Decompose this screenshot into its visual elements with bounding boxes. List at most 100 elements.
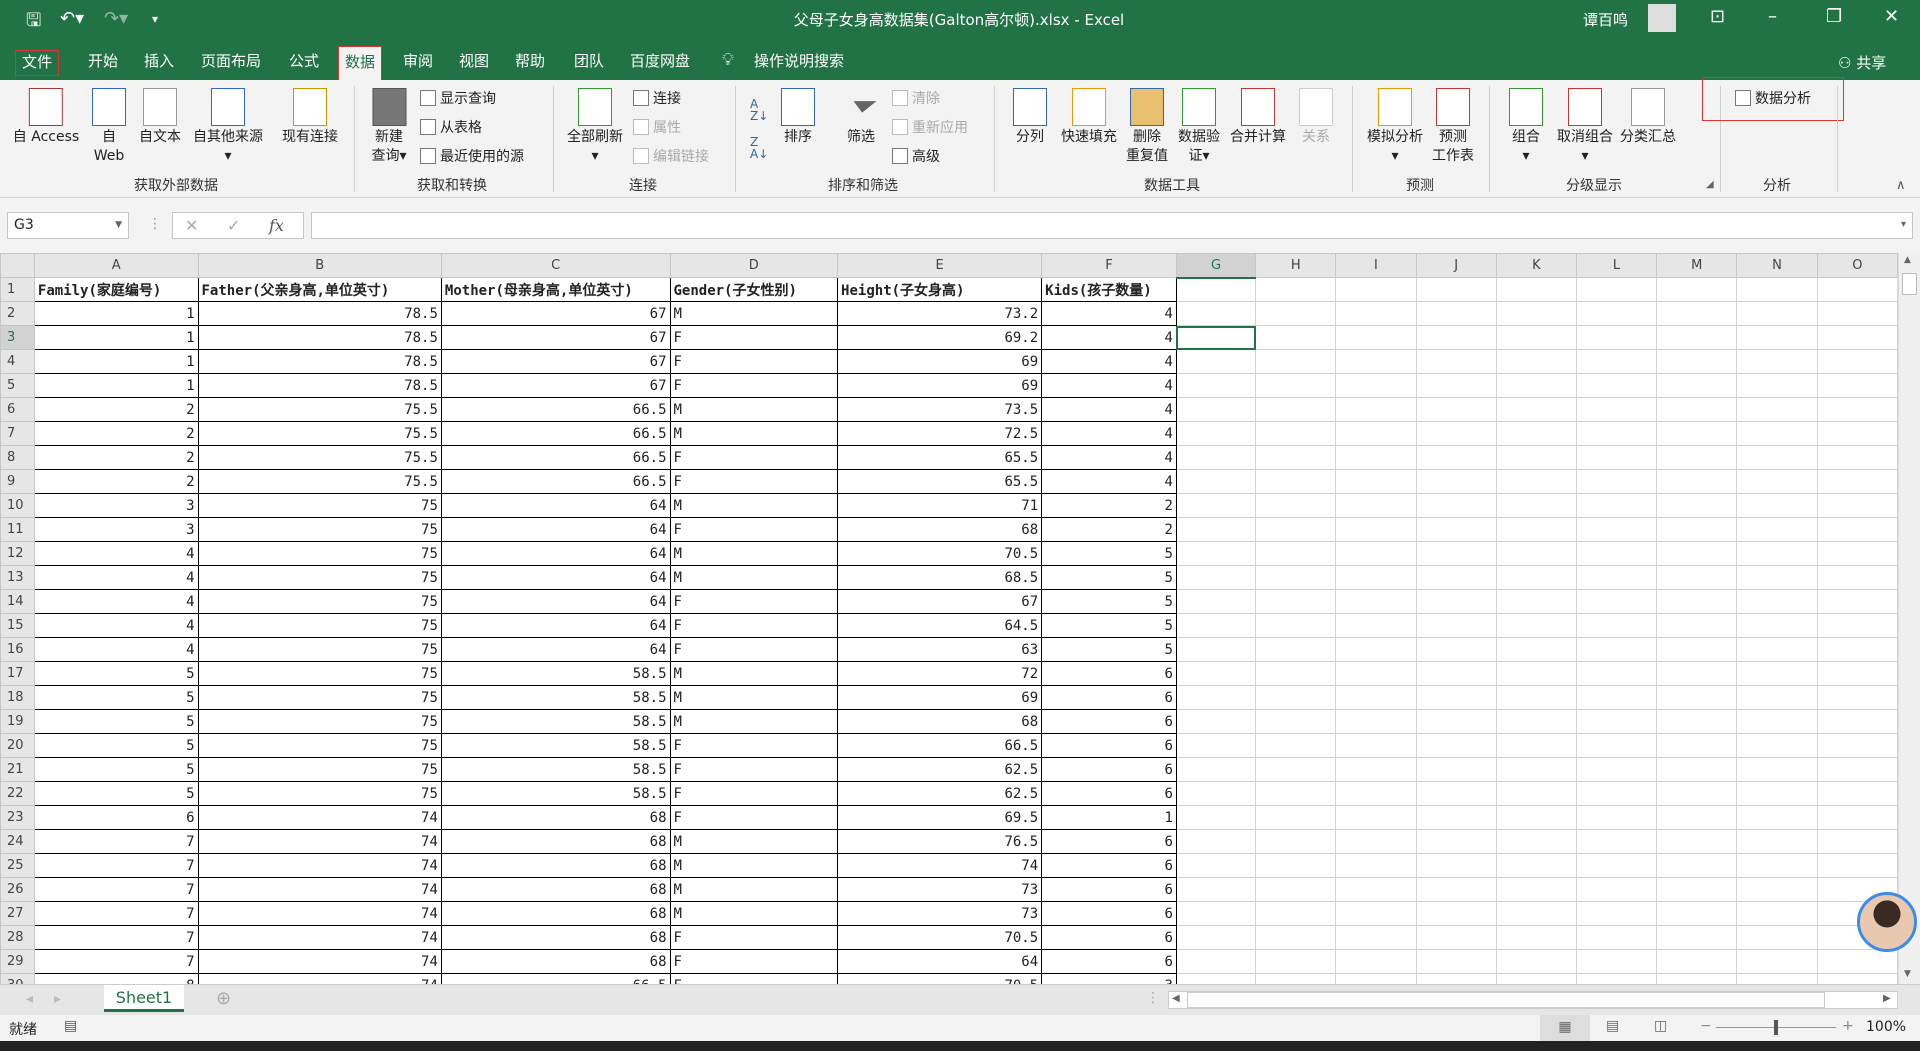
cell[interactable]: 76.5: [837, 829, 1043, 854]
add-sheet-icon[interactable]: ⊕: [216, 988, 231, 1009]
cell[interactable]: [1415, 397, 1497, 422]
cell[interactable]: 6: [33, 805, 199, 830]
undo-icon[interactable]: ↶▾: [60, 8, 84, 29]
cell[interactable]: [1255, 877, 1337, 902]
cell[interactable]: [1575, 469, 1658, 494]
cell[interactable]: 73.5: [837, 397, 1043, 422]
cell[interactable]: 5: [1041, 613, 1177, 638]
cell[interactable]: [1495, 757, 1577, 782]
cell[interactable]: 2: [33, 445, 199, 470]
cell[interactable]: [1415, 589, 1497, 614]
cell[interactable]: [1495, 637, 1577, 662]
cell[interactable]: 75: [197, 637, 442, 662]
from-text-button[interactable]: 自文本: [139, 88, 181, 147]
from-access-button[interactable]: 自 Access: [13, 88, 79, 147]
save-icon[interactable]: 🖫: [26, 8, 41, 38]
flash-fill-button[interactable]: 快速填充: [1061, 88, 1117, 147]
tell-me-search[interactable]: 操作说明搜索: [748, 50, 850, 76]
column-header[interactable]: K: [1495, 253, 1577, 278]
cell[interactable]: [1175, 949, 1257, 974]
cell[interactable]: [1495, 853, 1577, 878]
cell[interactable]: [1736, 925, 1818, 950]
formula-input[interactable]: ▾: [311, 212, 1913, 239]
cell[interactable]: [1255, 685, 1337, 710]
row-header[interactable]: 10: [0, 493, 35, 518]
cell[interactable]: 4: [1041, 445, 1177, 470]
cell[interactable]: 6: [1041, 757, 1177, 782]
cell[interactable]: [1415, 613, 1497, 638]
cell[interactable]: [1736, 565, 1818, 590]
remove-duplicates-button[interactable]: 删除 重复值: [1126, 88, 1168, 166]
cell[interactable]: 70.5: [837, 925, 1043, 950]
next-sheet-icon[interactable]: ▸: [54, 991, 61, 1007]
cell[interactable]: M: [669, 541, 839, 566]
cell[interactable]: [1656, 445, 1738, 470]
cell[interactable]: [1495, 469, 1577, 494]
tab-baidu-netdisk[interactable]: 百度网盘: [624, 50, 696, 76]
cell[interactable]: 1: [33, 373, 199, 398]
cell[interactable]: [1736, 901, 1818, 926]
cell[interactable]: 73: [837, 901, 1043, 926]
cell[interactable]: 5: [33, 781, 199, 806]
cell[interactable]: 68: [440, 901, 671, 926]
cell[interactable]: M: [669, 685, 839, 710]
cell[interactable]: 75: [197, 541, 442, 566]
row-header[interactable]: 20: [0, 733, 35, 758]
clear-filter-button[interactable]: 清除: [892, 88, 940, 108]
cell[interactable]: [1495, 901, 1577, 926]
cell[interactable]: [1736, 685, 1818, 710]
cell[interactable]: [1335, 589, 1417, 614]
cell[interactable]: [1736, 349, 1818, 374]
cell[interactable]: F: [669, 517, 839, 542]
cell[interactable]: [1255, 829, 1337, 854]
cell[interactable]: M: [669, 565, 839, 590]
cell[interactable]: 7: [33, 853, 199, 878]
cell[interactable]: F: [669, 613, 839, 638]
cell[interactable]: [1415, 349, 1497, 374]
cell[interactable]: [1495, 421, 1577, 446]
cell[interactable]: [1175, 277, 1257, 302]
cell[interactable]: [1816, 397, 1898, 422]
cell[interactable]: [1175, 613, 1257, 638]
cell[interactable]: [1736, 445, 1818, 470]
cell[interactable]: 73: [837, 877, 1043, 902]
column-header[interactable]: M: [1656, 253, 1738, 278]
cell[interactable]: 74: [197, 973, 442, 984]
page-layout-view-icon[interactable]: ▤: [1606, 1018, 1619, 1034]
cell[interactable]: M: [669, 301, 839, 326]
cell[interactable]: [1255, 973, 1337, 984]
cell[interactable]: 6: [1041, 853, 1177, 878]
row-header[interactable]: 15: [0, 613, 35, 638]
cell[interactable]: 7: [33, 925, 199, 950]
cell[interactable]: [1575, 421, 1658, 446]
insert-function-icon[interactable]: fx: [269, 216, 284, 235]
tab-page-layout[interactable]: 页面布局: [195, 50, 267, 76]
cell[interactable]: 6: [1041, 685, 1177, 710]
cell[interactable]: [1495, 349, 1577, 374]
column-header[interactable]: C: [440, 253, 671, 278]
cell[interactable]: [1656, 925, 1738, 950]
cell[interactable]: 68.5: [837, 565, 1043, 590]
cell[interactable]: 66.5: [440, 445, 671, 470]
cell[interactable]: [1736, 733, 1818, 758]
cell[interactable]: [1495, 925, 1577, 950]
cell[interactable]: [1495, 877, 1577, 902]
cell[interactable]: [1335, 445, 1417, 470]
cell[interactable]: 67: [837, 589, 1043, 614]
normal-view-icon[interactable]: ▦: [1540, 1015, 1590, 1041]
cell[interactable]: 58.5: [440, 757, 671, 782]
relationships-button[interactable]: 关系: [1299, 88, 1333, 147]
cell[interactable]: 2: [1041, 493, 1177, 518]
row-header[interactable]: 16: [0, 637, 35, 662]
cell[interactable]: [1656, 757, 1738, 782]
cell[interactable]: [1175, 853, 1257, 878]
cell[interactable]: 74: [197, 829, 442, 854]
cell[interactable]: 58.5: [440, 661, 671, 686]
cell[interactable]: 70.5: [837, 541, 1043, 566]
cell[interactable]: 5: [33, 709, 199, 734]
cell[interactable]: 1: [33, 349, 199, 374]
cell[interactable]: [1656, 685, 1738, 710]
cell[interactable]: [1335, 493, 1417, 518]
row-header[interactable]: 18: [0, 685, 35, 710]
cell[interactable]: [1175, 445, 1257, 470]
